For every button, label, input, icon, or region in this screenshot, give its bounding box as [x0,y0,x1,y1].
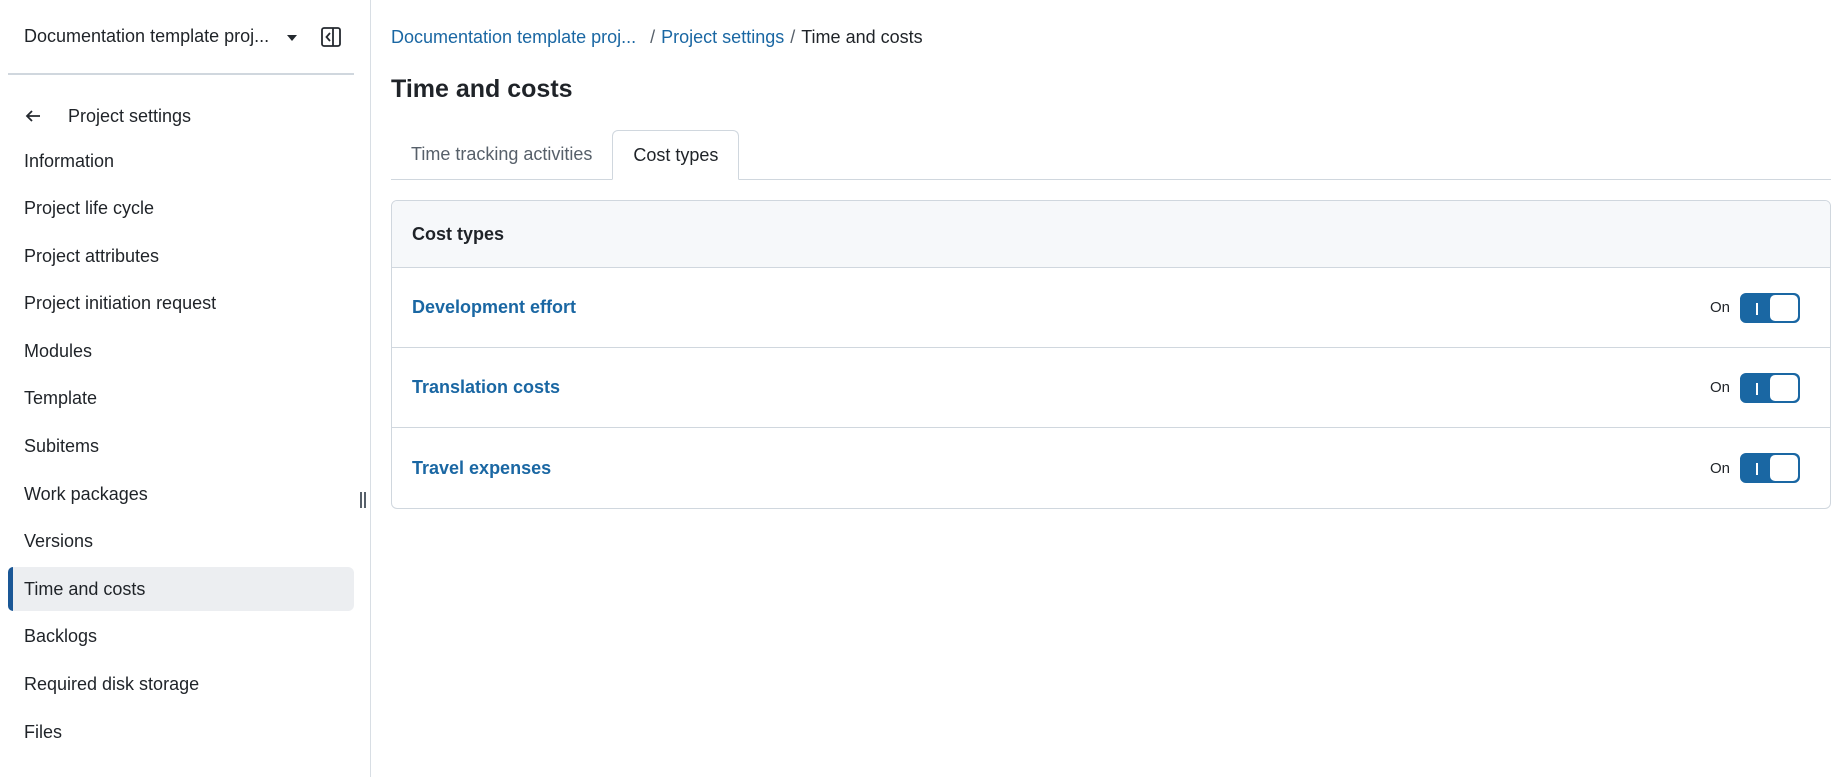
toggle-status-label: On [1709,459,1730,477]
sidebar-item-work-packages[interactable]: Work packages [8,472,354,516]
breadcrumb-separator: / [650,27,656,47]
cost-type-toggle[interactable] [1740,372,1800,403]
breadcrumb-separator: / [790,27,796,47]
breadcrumb-current: Time and costs [801,27,923,47]
back-label: Project settings [68,105,192,126]
tab-time-tracking-activities[interactable]: Time tracking activities [391,130,612,179]
sidebar-item-project-life-cycle[interactable]: Project life cycle [8,187,354,231]
sidebar-collapse-icon[interactable] [320,26,342,48]
cost-type-link[interactable]: Translation costs [412,377,560,398]
breadcrumb-project-settings-link[interactable]: Project settings [661,27,784,48]
sidebar-item-backlogs[interactable]: Backlogs [8,615,354,659]
tab-bar: Time tracking activities Cost types [391,130,1831,180]
sidebar-item-subitems[interactable]: Subitems [8,425,354,469]
sidebar-item-information[interactable]: Information [8,139,354,183]
toggle-on-indicator-icon [1756,463,1758,475]
tab-cost-types[interactable]: Cost types [612,130,740,180]
sidebar-item-files[interactable]: Files [8,710,354,754]
toggle-knob [1770,294,1798,321]
sidebar-resize-handle[interactable] [360,492,366,508]
list-item: Travel expenses On [392,428,1830,508]
chevron-down-icon[interactable] [287,34,298,41]
panel-header: Cost types [392,201,1830,268]
back-to-project-settings[interactable]: Project settings [0,93,370,139]
sidebar-item-modules[interactable]: Modules [8,329,354,373]
toggle-on-indicator-icon [1756,382,1758,395]
breadcrumb-project-link[interactable]: Documentation template proj... [391,27,636,48]
toggle-knob [1770,374,1798,401]
list-item: Translation costs On [392,348,1830,428]
sidebar-item-required-disk-storage[interactable]: Required disk storage [8,663,354,707]
sidebar-item-project-initiation-request[interactable]: Project initiation request [8,282,354,326]
list-item: Development effort On [392,268,1830,348]
app-root: Documentation template proj... Project s… [0,0,1841,777]
project-name: Documentation template proj... [24,26,270,46]
toggle-status-label: On [1709,379,1730,396]
cost-type-link[interactable]: Development effort [412,297,576,318]
toggle-knob [1770,455,1798,481]
main-content: Documentation template proj... / Project… [371,0,1841,777]
cost-type-toggle[interactable] [1740,453,1800,483]
sidebar-item-versions[interactable]: Versions [8,520,354,564]
toggle-on-indicator-icon [1756,302,1758,315]
cost-type-link[interactable]: Travel expenses [412,458,551,479]
project-selector[interactable]: Documentation template proj... [8,0,354,75]
cost-type-toggle[interactable] [1740,292,1800,323]
arrow-left-icon [24,107,42,125]
sidebar: Documentation template proj... Project s… [0,0,371,777]
sidebar-menu: Information Project life cycle Project a… [0,139,370,754]
cost-types-panel: Cost types Development effort On Transla… [391,200,1831,509]
sidebar-item-time-and-costs[interactable]: Time and costs [8,567,354,612]
toggle-status-label: On [1709,299,1730,316]
sidebar-item-project-attributes[interactable]: Project attributes [8,234,354,278]
breadcrumb: Documentation template proj... / Project… [391,0,1841,75]
sidebar-item-template[interactable]: Template [8,377,354,421]
page-title: Time and costs [391,75,573,103]
